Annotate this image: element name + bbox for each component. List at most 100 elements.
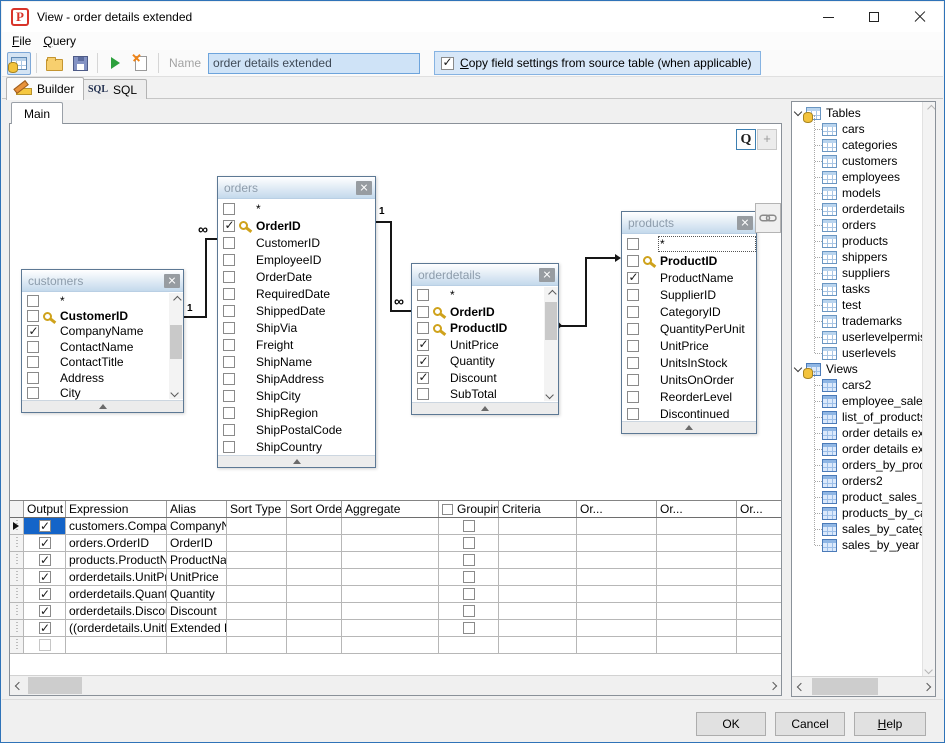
or-cell[interactable] xyxy=(577,603,657,619)
expression-cell[interactable]: ((orderdetails.UnitPr xyxy=(66,620,167,636)
sort-order-cell[interactable] xyxy=(287,552,342,568)
criteria-cell[interactable] xyxy=(499,620,577,636)
close-button[interactable] xyxy=(897,2,943,32)
field-checkbox[interactable] xyxy=(223,203,235,215)
field-checkbox[interactable] xyxy=(223,271,235,283)
output-checkbox[interactable] xyxy=(39,537,51,549)
or-cell[interactable] xyxy=(577,535,657,551)
or-cell[interactable] xyxy=(737,637,781,653)
scroll-up-icon[interactable] xyxy=(169,293,183,306)
field-row[interactable]: * xyxy=(412,287,558,304)
field-row[interactable]: ShipPostalCode xyxy=(218,421,375,438)
or-cell[interactable] xyxy=(737,569,781,585)
close-table-icon[interactable] xyxy=(539,268,555,282)
tree-root-views[interactable]: Views xyxy=(792,361,922,377)
expression-cell[interactable]: orderdetails.Quantity xyxy=(66,586,167,602)
or-cell[interactable] xyxy=(577,518,657,534)
grouping-cell[interactable] xyxy=(439,603,499,619)
close-table-icon[interactable] xyxy=(164,274,180,288)
collapse-strip[interactable] xyxy=(218,455,375,467)
row-selector[interactable] xyxy=(10,603,24,619)
table-scrollbar[interactable] xyxy=(169,293,183,399)
sort-type-cell[interactable] xyxy=(227,620,287,636)
grid-row[interactable]: orderdetails.Quantity Quantity xyxy=(10,586,781,603)
or-cell[interactable] xyxy=(657,535,737,551)
tree-item-view[interactable]: order details ext xyxy=(792,425,922,441)
alias-cell[interactable] xyxy=(167,637,227,653)
output-cell[interactable] xyxy=(24,535,66,551)
field-row[interactable]: ReorderLevel xyxy=(622,388,756,405)
field-row[interactable]: Quantity xyxy=(412,353,558,370)
sort-type-cell[interactable] xyxy=(227,518,287,534)
sort-type-cell[interactable] xyxy=(227,535,287,551)
row-selector[interactable] xyxy=(10,637,24,653)
field-row[interactable]: CustomerID xyxy=(22,308,183,323)
scroll-up-icon[interactable] xyxy=(544,287,558,300)
or-cell[interactable] xyxy=(577,586,657,602)
or-cell[interactable] xyxy=(577,552,657,568)
aggregate-cell[interactable] xyxy=(342,620,439,636)
grid-row[interactable]: customers.CompanyName CompanyName xyxy=(10,518,781,535)
field-row[interactable]: CompanyName xyxy=(22,324,183,339)
field-checkbox[interactable] xyxy=(627,391,639,403)
tree-vscrollbar[interactable] xyxy=(922,102,935,676)
tab-main[interactable]: Main xyxy=(11,102,63,124)
output-cell[interactable] xyxy=(24,637,66,653)
open-button[interactable] xyxy=(42,52,66,75)
field-checkbox[interactable] xyxy=(417,388,429,400)
grid-header-sort-type[interactable]: Sort Type xyxy=(227,501,287,517)
or-cell[interactable] xyxy=(657,552,737,568)
aggregate-cell[interactable] xyxy=(342,518,439,534)
expression-cell[interactable]: orderdetails.Discount xyxy=(66,603,167,619)
sort-order-cell[interactable] xyxy=(287,535,342,551)
field-row[interactable]: ProductID xyxy=(622,252,756,269)
sort-order-cell[interactable] xyxy=(287,518,342,534)
field-checkbox[interactable] xyxy=(627,255,639,267)
field-checkbox[interactable] xyxy=(627,323,639,335)
table-header[interactable]: customers xyxy=(22,270,183,292)
field-row[interactable]: EmployeeID xyxy=(218,251,375,268)
tree-item-view[interactable]: sales_by_year xyxy=(792,537,922,553)
help-button[interactable]: Help xyxy=(854,712,926,736)
or-cell[interactable] xyxy=(657,586,737,602)
field-checkbox[interactable] xyxy=(627,306,639,318)
grouping-cell[interactable] xyxy=(439,586,499,602)
tree-item-table[interactable]: test xyxy=(792,297,922,313)
tree-item-table[interactable]: cars xyxy=(792,121,922,137)
grid-header-aggregate[interactable]: Aggregate xyxy=(342,501,439,517)
expand-chevron-icon[interactable] xyxy=(794,108,802,116)
grouping-checkbox[interactable] xyxy=(463,622,475,634)
scroll-thumb[interactable] xyxy=(170,325,182,359)
field-checkbox[interactable] xyxy=(27,295,39,307)
tree-item-view[interactable]: orders_by_produ xyxy=(792,457,922,473)
tree-item-table[interactable]: trademarks xyxy=(792,313,922,329)
cancel-button[interactable]: Cancel xyxy=(775,712,845,736)
alias-cell[interactable]: Quantity xyxy=(167,586,227,602)
aggregate-cell[interactable] xyxy=(342,603,439,619)
output-checkbox[interactable] xyxy=(39,588,51,600)
scroll-right-icon[interactable] xyxy=(918,677,935,696)
grid-header-output[interactable]: Output xyxy=(24,501,66,517)
alias-cell[interactable]: CompanyName xyxy=(167,518,227,534)
or-cell[interactable] xyxy=(737,552,781,568)
output-checkbox[interactable] xyxy=(39,554,51,566)
grid-hscrollbar[interactable] xyxy=(10,675,781,695)
criteria-cell[interactable] xyxy=(499,603,577,619)
row-selector[interactable] xyxy=(10,586,24,602)
field-row[interactable]: ShipCountry xyxy=(218,438,375,455)
field-row[interactable]: ShipAddress xyxy=(218,370,375,387)
new-button[interactable] xyxy=(129,52,153,75)
output-cell[interactable] xyxy=(24,552,66,568)
grouping-checkbox[interactable] xyxy=(463,571,475,583)
ok-button[interactable]: OK xyxy=(696,712,766,736)
row-selector[interactable] xyxy=(10,569,24,585)
or-cell[interactable] xyxy=(737,518,781,534)
grid-row[interactable]: products.ProductName ProductName xyxy=(10,552,781,569)
grid-header-or[interactable]: Or... xyxy=(737,501,781,517)
row-selector[interactable] xyxy=(10,535,24,551)
field-checkbox[interactable] xyxy=(417,372,429,384)
scroll-left-icon[interactable] xyxy=(792,677,809,696)
field-checkbox[interactable] xyxy=(417,306,429,318)
field-row[interactable]: SupplierID xyxy=(622,286,756,303)
run-button[interactable] xyxy=(103,52,127,75)
